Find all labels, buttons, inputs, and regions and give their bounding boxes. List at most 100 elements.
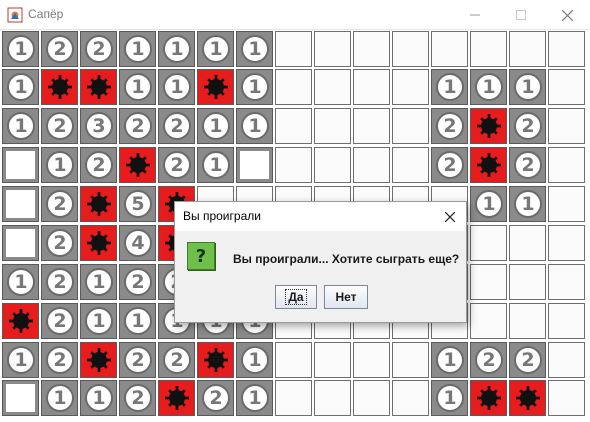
closed-cell[interactable] (548, 69, 585, 105)
number-cell[interactable]: 1 (509, 69, 546, 105)
number-cell[interactable]: 1 (2, 31, 39, 67)
number-cell[interactable]: 1 (158, 69, 195, 105)
number-cell[interactable]: 2 (41, 342, 78, 378)
closed-cell[interactable] (314, 147, 351, 183)
mine-cell[interactable] (119, 147, 156, 183)
closed-cell[interactable] (353, 31, 390, 67)
mine-cell[interactable] (80, 69, 117, 105)
number-cell[interactable]: 1 (470, 186, 507, 222)
number-cell[interactable]: 1 (236, 31, 273, 67)
number-cell[interactable]: 2 (41, 303, 78, 339)
closed-cell[interactable] (314, 69, 351, 105)
mine-cell[interactable] (470, 147, 507, 183)
empty-cell[interactable] (236, 147, 273, 183)
number-cell[interactable]: 1 (2, 342, 39, 378)
closed-cell[interactable] (314, 342, 351, 378)
number-cell[interactable]: 1 (2, 264, 39, 300)
closed-cell[interactable] (353, 380, 390, 416)
number-cell[interactable]: 2 (119, 380, 156, 416)
number-cell[interactable]: 1 (158, 31, 195, 67)
number-cell[interactable]: 1 (197, 108, 234, 144)
number-cell[interactable]: 1 (431, 380, 468, 416)
closed-cell[interactable] (548, 108, 585, 144)
mine-cell[interactable] (470, 108, 507, 144)
closed-cell[interactable] (314, 380, 351, 416)
maximize-button[interactable] (498, 0, 544, 30)
closed-cell[interactable] (548, 147, 585, 183)
number-cell[interactable]: 1 (119, 69, 156, 105)
dialog-close-button[interactable] (440, 207, 460, 227)
closed-cell[interactable] (548, 225, 585, 261)
closed-cell[interactable] (509, 31, 546, 67)
closed-cell[interactable] (275, 31, 312, 67)
number-cell[interactable]: 1 (470, 69, 507, 105)
closed-cell[interactable] (470, 31, 507, 67)
number-cell[interactable]: 2 (509, 342, 546, 378)
empty-cell[interactable] (2, 225, 39, 261)
mine-cell[interactable] (470, 380, 507, 416)
number-cell[interactable]: 1 (41, 147, 78, 183)
number-cell[interactable]: 2 (119, 342, 156, 378)
closed-cell[interactable] (392, 342, 429, 378)
number-cell[interactable]: 1 (509, 186, 546, 222)
number-cell[interactable]: 1 (236, 69, 273, 105)
number-cell[interactable]: 4 (119, 225, 156, 261)
closed-cell[interactable] (392, 108, 429, 144)
closed-cell[interactable] (353, 342, 390, 378)
number-cell[interactable]: 3 (80, 108, 117, 144)
number-cell[interactable]: 2 (41, 186, 78, 222)
closed-cell[interactable] (392, 31, 429, 67)
yes-button[interactable]: Да (275, 285, 317, 309)
mine-cell[interactable] (80, 186, 117, 222)
number-cell[interactable]: 2 (431, 147, 468, 183)
closed-cell[interactable] (353, 69, 390, 105)
closed-cell[interactable] (431, 31, 468, 67)
number-cell[interactable]: 1 (197, 147, 234, 183)
closed-cell[interactable] (392, 147, 429, 183)
closed-cell[interactable] (548, 264, 585, 300)
number-cell[interactable]: 1 (2, 108, 39, 144)
number-cell[interactable]: 2 (197, 380, 234, 416)
number-cell[interactable]: 2 (158, 147, 195, 183)
minimize-button[interactable] (452, 0, 498, 30)
number-cell[interactable]: 1 (119, 303, 156, 339)
closed-cell[interactable] (392, 69, 429, 105)
closed-cell[interactable] (275, 69, 312, 105)
closed-cell[interactable] (275, 108, 312, 144)
mine-cell[interactable] (197, 69, 234, 105)
number-cell[interactable]: 2 (41, 264, 78, 300)
closed-cell[interactable] (275, 147, 312, 183)
closed-cell[interactable] (548, 186, 585, 222)
number-cell[interactable]: 1 (236, 342, 273, 378)
closed-cell[interactable] (353, 147, 390, 183)
closed-cell[interactable] (470, 225, 507, 261)
mine-cell[interactable] (41, 69, 78, 105)
number-cell[interactable]: 1 (197, 31, 234, 67)
number-cell[interactable]: 2 (431, 108, 468, 144)
number-cell[interactable]: 2 (41, 108, 78, 144)
mine-cell[interactable] (2, 303, 39, 339)
number-cell[interactable]: 1 (80, 380, 117, 416)
number-cell[interactable]: 2 (158, 108, 195, 144)
empty-cell[interactable] (2, 380, 39, 416)
closed-cell[interactable] (275, 342, 312, 378)
number-cell[interactable]: 1 (2, 69, 39, 105)
closed-cell[interactable] (314, 31, 351, 67)
closed-cell[interactable] (509, 264, 546, 300)
number-cell[interactable]: 1 (236, 108, 273, 144)
number-cell[interactable]: 1 (431, 69, 468, 105)
empty-cell[interactable] (2, 186, 39, 222)
number-cell[interactable]: 1 (80, 264, 117, 300)
closed-cell[interactable] (548, 380, 585, 416)
number-cell[interactable]: 2 (119, 264, 156, 300)
number-cell[interactable]: 1 (80, 303, 117, 339)
number-cell[interactable]: 1 (431, 342, 468, 378)
no-button[interactable]: Нет (324, 285, 368, 309)
number-cell[interactable]: 2 (509, 147, 546, 183)
number-cell[interactable]: 2 (158, 342, 195, 378)
number-cell[interactable]: 2 (41, 225, 78, 261)
number-cell[interactable]: 2 (80, 147, 117, 183)
empty-cell[interactable] (2, 147, 39, 183)
mine-cell[interactable] (158, 380, 195, 416)
number-cell[interactable]: 1 (236, 380, 273, 416)
